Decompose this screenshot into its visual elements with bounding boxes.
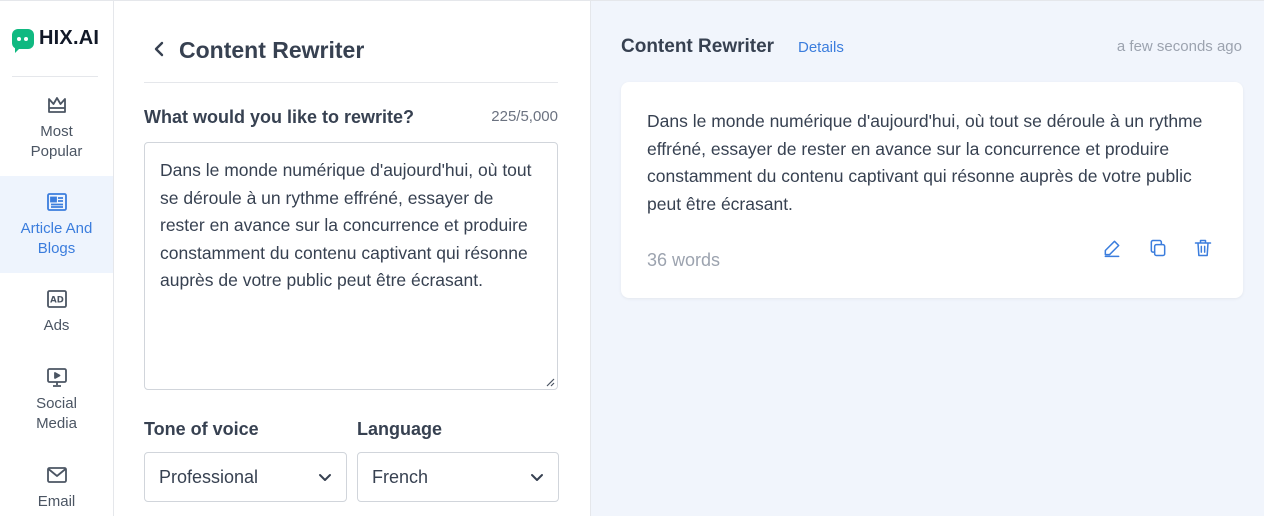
- tool-panel: Content Rewriter What would you like to …: [114, 0, 590, 516]
- chevron-down-icon: [319, 474, 331, 481]
- details-link[interactable]: Details: [798, 39, 844, 56]
- ad-icon: AD: [46, 290, 67, 308]
- logo[interactable]: HIX.AI: [12, 27, 100, 53]
- resize-handle-icon[interactable]: [545, 377, 555, 387]
- trash-icon: [1194, 239, 1212, 257]
- copy-icon: [1150, 239, 1166, 257]
- sidebar-item-most-popular[interactable]: Most Popular: [0, 89, 113, 171]
- result-card: Dans le monde numérique d'aujourd'hui, o…: [621, 82, 1243, 298]
- logo-text: HIX.AI: [39, 27, 100, 49]
- timestamp: a few seconds ago: [1116, 38, 1242, 55]
- rewrite-input-text: Dans le monde numérique d'aujourd'hui, o…: [160, 160, 532, 290]
- tone-value: Professional: [159, 466, 259, 487]
- result-title: Content Rewriter: [621, 36, 775, 57]
- back-button[interactable]: [150, 37, 168, 61]
- mail-icon: [46, 467, 67, 483]
- sidebar-item-ads[interactable]: AD Ads: [0, 285, 113, 345]
- divider: [144, 82, 558, 83]
- rewrite-input[interactable]: Dans le monde numérique d'aujourd'hui, o…: [144, 142, 558, 390]
- char-counter: 225/5,000: [491, 108, 558, 125]
- sidebar-item-article-and-blogs[interactable]: Article And Blogs: [0, 176, 113, 273]
- copy-button[interactable]: [1146, 236, 1170, 260]
- result-panel: Content Rewriter Details a few seconds a…: [590, 0, 1264, 516]
- chevron-down-icon: [531, 474, 543, 481]
- svg-text:AD: AD: [50, 296, 64, 306]
- sidebar-item-email[interactable]: Email: [0, 461, 113, 516]
- delete-button[interactable]: [1191, 236, 1215, 260]
- language-select[interactable]: French: [357, 452, 559, 502]
- edit-button[interactable]: [1100, 236, 1124, 260]
- sidebar-item-label: Ads: [43, 317, 70, 334]
- sidebar-item-label: Social Media: [36, 395, 77, 432]
- newspaper-icon: [46, 193, 67, 211]
- edit-icon: [1104, 240, 1120, 258]
- divider: [12, 76, 98, 77]
- crown-icon: [47, 97, 66, 113]
- language-label: Language: [357, 419, 443, 439]
- tone-label: Tone of voice: [144, 419, 259, 439]
- input-label: What would you like to rewrite?: [144, 107, 415, 127]
- tone-select[interactable]: Professional: [144, 452, 347, 502]
- result-text: Dans le monde numérique d'aujourd'hui, o…: [647, 111, 1203, 214]
- word-count: 36 words: [647, 250, 721, 270]
- page-title: Content Rewriter: [179, 37, 365, 63]
- language-value: French: [372, 466, 429, 487]
- presentation-icon: [46, 368, 67, 387]
- sidebar-item-label: Email: [37, 493, 76, 510]
- logo-icon: [12, 28, 34, 53]
- sidebar-item-label: Most Popular: [30, 123, 83, 160]
- chevron-left-icon: [154, 41, 164, 57]
- sidebar-item-social-media[interactable]: Social Media: [0, 363, 113, 443]
- sidebar-item-label: Article And Blogs: [20, 220, 93, 257]
- sidebar: HIX.AI Most Popular Article And Blogs AD…: [0, 0, 114, 516]
